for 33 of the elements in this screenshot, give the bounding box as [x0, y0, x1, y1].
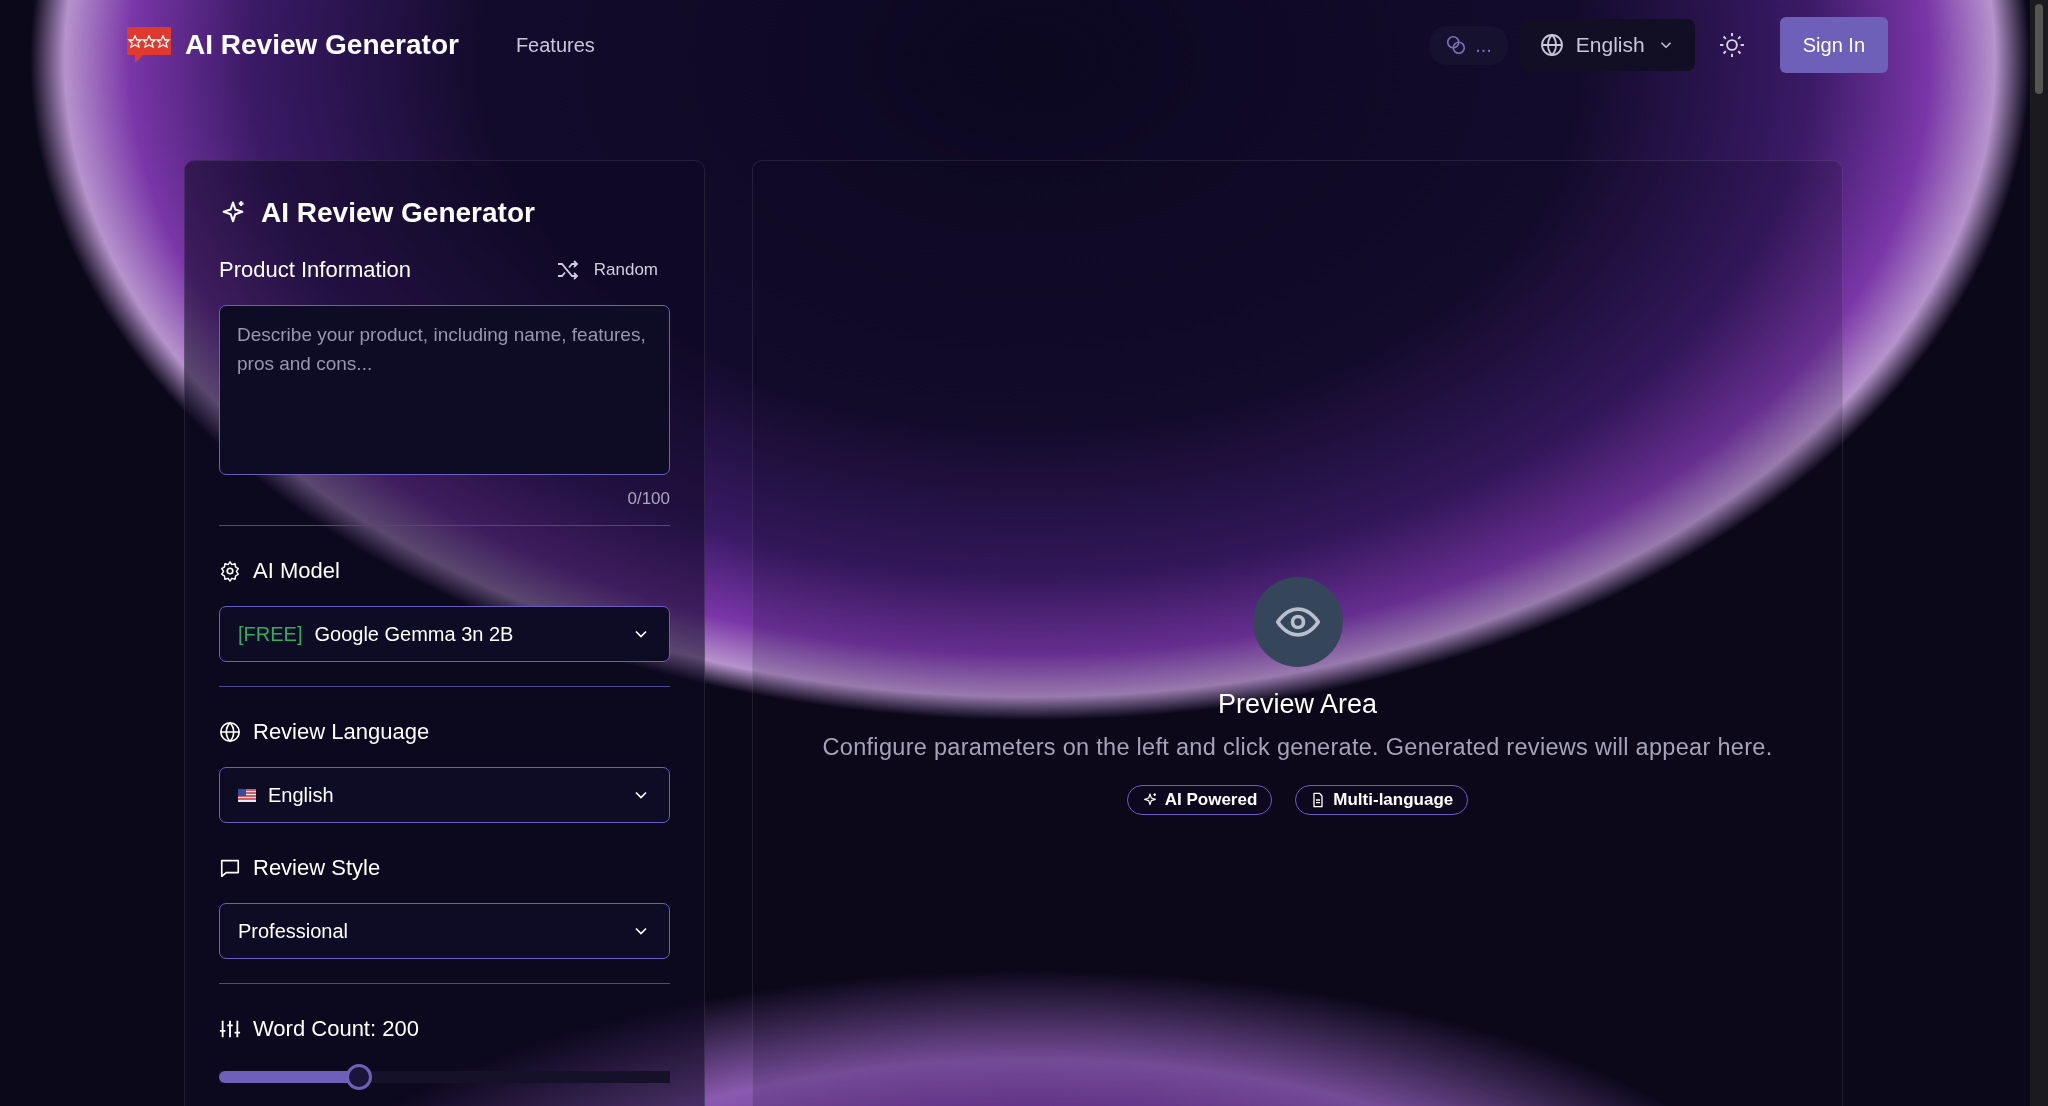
sign-in-button[interactable]: Sign In: [1779, 17, 1888, 73]
preview-message: Configure parameters on the left and click generate. Generated reviews will appear here.: [822, 734, 1773, 761]
section-label: Review Language: [253, 719, 430, 745]
flag-icon: [238, 788, 256, 802]
language-select[interactable]: English: [1519, 19, 1695, 71]
feature-badge: Multi-language: [1295, 785, 1469, 815]
coins-icon: [1445, 34, 1468, 56]
feature-badge: AI Powered: [1126, 785, 1273, 815]
random-button[interactable]: Random: [555, 258, 670, 282]
sparkle-icon: [1141, 792, 1158, 808]
product-description-field[interactable]: Describe your product, including name, features, pros and cons...: [219, 305, 670, 475]
section-label: Word Count: 200: [253, 1016, 419, 1042]
logo-icon: [125, 25, 173, 65]
globe-icon: [1539, 33, 1564, 57]
shuffle-icon: [555, 258, 580, 282]
section-label: Product Information: [219, 257, 411, 283]
scrollbar[interactable]: [2030, 0, 2048, 1106]
slider-thumb[interactable]: [345, 1064, 372, 1090]
preview-title: Preview Area: [1217, 689, 1378, 720]
theme-toggle[interactable]: [1718, 32, 1745, 58]
gear-icon: [219, 560, 241, 582]
model-select[interactable]: [FREE] Google Gemma 3n 2B: [219, 606, 670, 662]
language-select[interactable]: English: [219, 767, 670, 823]
globe-icon: [219, 721, 241, 743]
character-counter: 0/100: [626, 489, 670, 509]
sliders-icon: [219, 1018, 241, 1040]
section-label: Review Style: [253, 855, 381, 881]
nav-link[interactable]: Features: [515, 33, 595, 57]
card-title: AI Review Generator: [261, 197, 535, 229]
brand-name: AI Review Generator: [185, 29, 459, 61]
style-select[interactable]: Professional: [219, 903, 670, 959]
chat-icon: [219, 857, 241, 879]
section-label: AI Model: [253, 558, 340, 584]
